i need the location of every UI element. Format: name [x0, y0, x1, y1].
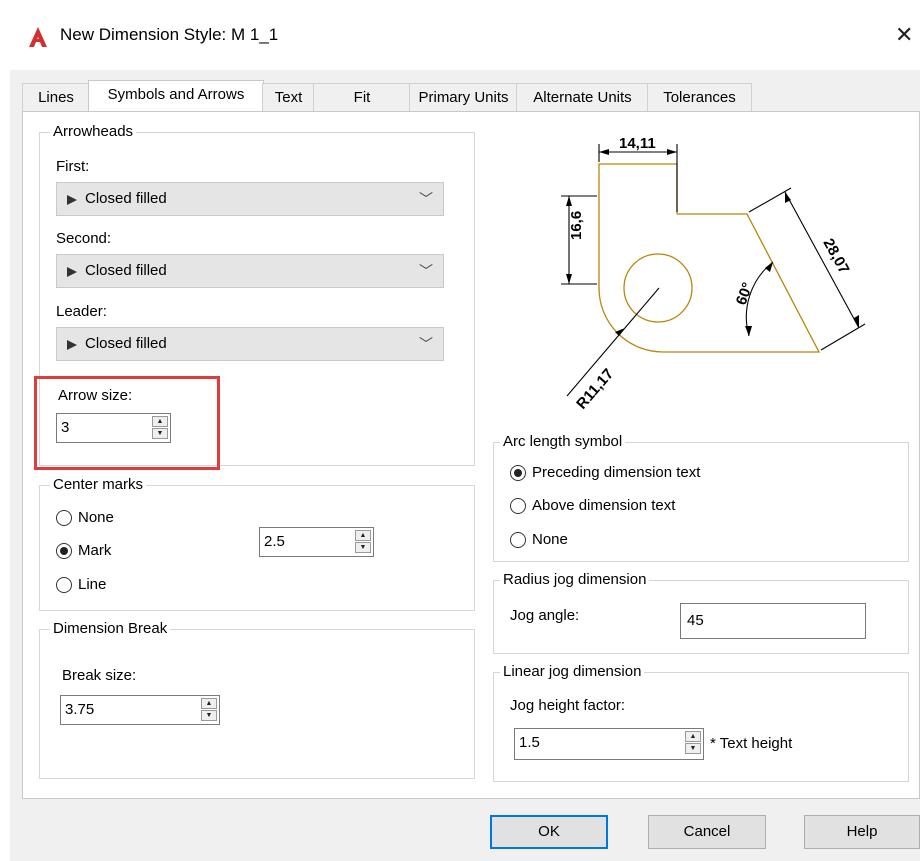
- spin-down-icon[interactable]: ▼: [685, 743, 701, 754]
- break-size-spinner[interactable]: 3.75 ▲ ▼: [60, 695, 220, 725]
- close-icon[interactable]: ✕: [895, 22, 913, 48]
- arc-length-group: Arc length symbol Preceding dimension te…: [493, 433, 909, 562]
- jog-height-factor-spinner[interactable]: 1.5 ▲ ▼: [514, 728, 704, 760]
- jog-height-factor-label: Jog height factor:: [510, 697, 626, 714]
- center-mark-mark-radio[interactable]: [56, 543, 72, 559]
- second-arrowhead-select[interactable]: Closed filled ﹀: [56, 254, 444, 288]
- center-mark-line-label: Line: [78, 576, 107, 593]
- tab-lines[interactable]: Lines: [22, 83, 90, 112]
- tab-tolerances[interactable]: Tolerances: [647, 83, 752, 112]
- spin-up-icon[interactable]: ▲: [685, 731, 701, 742]
- leader-arrowhead-value: Closed filled: [85, 335, 167, 352]
- closed-filled-arrow-icon: [67, 195, 77, 205]
- center-marks-group: Center marks None Mark Line 2.5 ▲ ▼: [39, 476, 475, 611]
- preview-dim-radius: R11,17: [573, 366, 617, 413]
- spin-up-icon[interactable]: ▲: [201, 698, 217, 709]
- preview-dim-right: 28,07: [820, 236, 853, 277]
- second-label: Second:: [56, 230, 112, 247]
- spin-up-icon[interactable]: ▲: [355, 530, 371, 541]
- break-size-value: 3.75: [65, 701, 95, 718]
- linear-jog-title: Linear jog dimension: [500, 663, 645, 680]
- help-button[interactable]: Help: [804, 815, 920, 849]
- center-mark-none-radio[interactable]: [56, 510, 72, 526]
- arc-none-label: None: [532, 531, 568, 548]
- radius-jog-group: Radius jog dimension Jog angle: 45: [493, 571, 909, 654]
- arc-preceding-radio[interactable]: [510, 465, 526, 481]
- dimension-preview-image: 14,11 16,6 28,07 60° R11,17: [561, 135, 866, 413]
- arc-above-label: Above dimension text: [532, 497, 676, 514]
- center-mark-line-radio[interactable]: [56, 577, 72, 593]
- tab-primary-units[interactable]: Primary Units: [409, 83, 518, 112]
- chevron-down-icon: ﹀: [419, 191, 433, 207]
- cancel-button[interactable]: Cancel: [648, 815, 766, 849]
- chevron-down-icon: ﹀: [419, 336, 433, 352]
- tab-page-symbols-and-arrows: Arrowheads First: Closed filled ﹀ Second…: [22, 111, 920, 799]
- preview-dim-top: 14,11: [619, 135, 656, 152]
- tab-symbols-and-arrows[interactable]: Symbols and Arrows: [88, 80, 264, 113]
- leader-arrowhead-select[interactable]: Closed filled ﹀: [56, 327, 444, 361]
- second-arrowhead-value: Closed filled: [85, 262, 167, 279]
- dimension-break-group: Dimension Break Break size: 3.75 ▲ ▼: [39, 620, 475, 779]
- ok-button[interactable]: OK: [490, 815, 608, 849]
- first-label: First:: [56, 158, 90, 175]
- jog-angle-value: 45: [687, 612, 704, 629]
- first-arrowhead-select[interactable]: Closed filled ﹀: [56, 182, 444, 216]
- arc-none-radio[interactable]: [510, 532, 526, 548]
- autocad-logo-icon: [29, 27, 47, 47]
- arrowheads-title: Arrowheads: [50, 123, 137, 140]
- closed-filled-arrow-icon: [67, 340, 77, 350]
- arc-above-radio[interactable]: [510, 498, 526, 514]
- radius-jog-title: Radius jog dimension: [500, 571, 650, 588]
- preview-dim-angle: 60°: [733, 280, 757, 307]
- leader-label: Leader:: [56, 303, 107, 320]
- tab-text[interactable]: Text: [262, 83, 315, 112]
- preview-dim-left: 16,6: [568, 211, 585, 240]
- center-mark-none-label: None: [78, 509, 114, 526]
- center-marks-title: Center marks: [50, 476, 147, 493]
- arc-preceding-label: Preceding dimension text: [532, 464, 701, 481]
- chevron-down-icon: ﹀: [419, 263, 433, 279]
- arrow-size-highlight-box: [34, 376, 220, 470]
- text-height-suffix: * Text height: [710, 735, 793, 752]
- jog-height-factor-value: 1.5: [519, 734, 540, 751]
- closed-filled-arrow-icon: [67, 267, 77, 277]
- linear-jog-group: Linear jog dimension Jog height factor: …: [493, 663, 909, 782]
- spin-down-icon[interactable]: ▼: [355, 542, 371, 553]
- arc-length-title: Arc length symbol: [500, 433, 626, 450]
- jog-angle-input[interactable]: 45: [680, 603, 866, 639]
- break-size-label: Break size:: [62, 667, 137, 684]
- spin-down-icon[interactable]: ▼: [201, 710, 217, 721]
- first-arrowhead-value: Closed filled: [85, 190, 167, 207]
- center-mark-mark-label: Mark: [78, 542, 112, 559]
- tab-fit[interactable]: Fit: [313, 83, 411, 112]
- center-mark-size-value: 2.5: [264, 533, 285, 550]
- dimension-break-title: Dimension Break: [50, 620, 171, 637]
- window-title: New Dimension Style: M 1_1: [60, 25, 279, 44]
- tab-alternate-units[interactable]: Alternate Units: [516, 83, 649, 112]
- jog-angle-label: Jog angle:: [510, 607, 580, 624]
- center-mark-size-spinner[interactable]: 2.5 ▲ ▼: [259, 527, 374, 557]
